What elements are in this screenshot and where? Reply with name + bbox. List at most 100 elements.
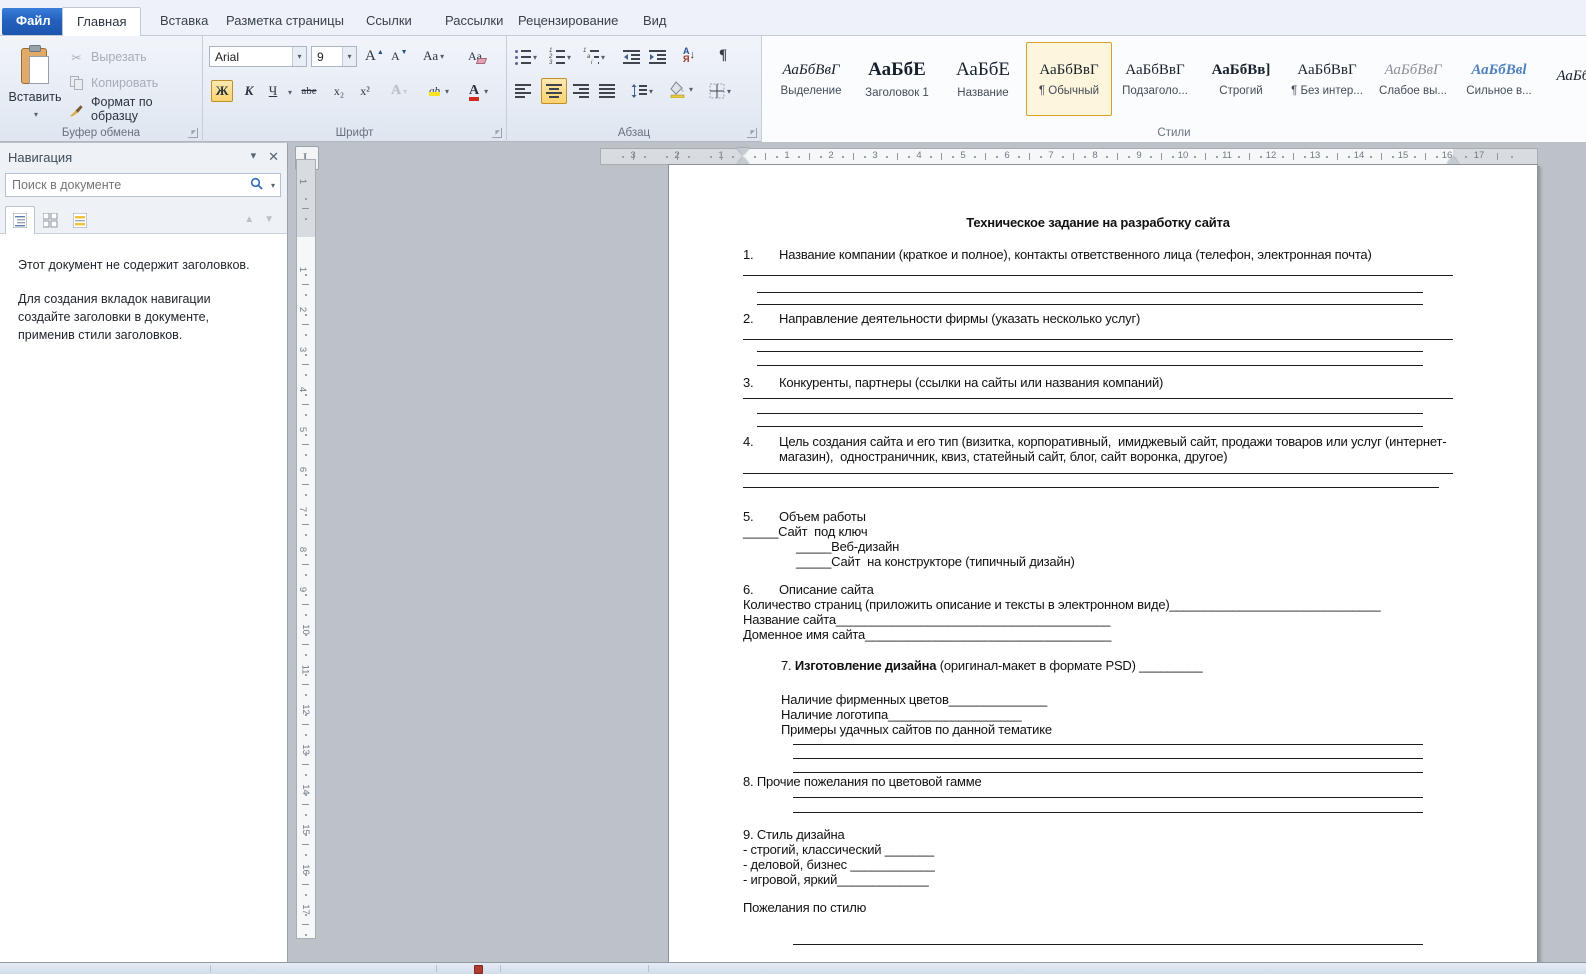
ribbon-tab-рецензирование[interactable]: Рецензирование	[504, 7, 632, 36]
document-fill-line[interactable]	[743, 398, 1453, 399]
ribbon-tab-file[interactable]: Файл	[2, 8, 65, 35]
format-painter-button[interactable]: Формат по образцу	[68, 96, 201, 122]
ribbon-tab-ссылки[interactable]: Ссылки	[352, 7, 426, 36]
document-numbered-item[interactable]: 3.Конкуренты, партнеры (ссылки на сайты …	[743, 375, 1453, 390]
document-paragraph[interactable]: Доменное имя сайта______________________…	[743, 627, 1453, 642]
document-title[interactable]: Техническое задание на разработку сайта	[743, 215, 1453, 230]
decrease-indent-button[interactable]	[623, 46, 640, 68]
text-effects-button[interactable]: A▾	[389, 80, 409, 102]
document-fill-line[interactable]	[793, 797, 1423, 798]
style-item-название[interactable]: АаБбЕНазвание	[940, 42, 1026, 116]
document-numbered-item[interactable]: 4.Цель создания сайта и его тип (визитка…	[743, 434, 1453, 464]
document-fill-line[interactable]	[793, 944, 1423, 945]
font-family-dropdown-icon[interactable]: ▾	[292, 47, 306, 66]
document-fill-line[interactable]	[743, 487, 1439, 488]
document-paragraph[interactable]: 8. Прочие пожелания по цветовой гамме	[743, 774, 1453, 789]
multilevel-list-button[interactable]: 1ai ▾	[583, 46, 605, 68]
document-search-box[interactable]: ▾	[5, 173, 281, 197]
numbering-button[interactable]: 123 ▾	[549, 46, 571, 68]
paste-dropdown-icon[interactable]: ▾	[34, 110, 38, 119]
italic-button[interactable]: К	[239, 80, 259, 102]
style-item-заголовок-1[interactable]: АаБбЕЗаголовок 1	[854, 42, 940, 116]
clipboard-dialog-launcher[interactable]	[188, 128, 198, 138]
document-paragraph[interactable]: Наличие логотипа___________________	[781, 707, 1453, 722]
paragraph-dialog-launcher[interactable]	[747, 128, 757, 138]
ribbon-tab-главная[interactable]: Главная	[62, 7, 141, 36]
align-center-button[interactable]	[541, 78, 567, 104]
justify-button[interactable]	[599, 80, 615, 102]
document-fill-line[interactable]	[793, 812, 1423, 813]
highlight-color-button[interactable]: ab ▾	[425, 80, 451, 102]
first-line-indent-marker[interactable]	[737, 148, 749, 155]
change-case-button[interactable]: Aa▾	[421, 45, 446, 67]
navigation-pane-close-icon[interactable]: ✕	[268, 149, 279, 165]
subscript-button[interactable]: x₂	[329, 80, 349, 102]
document-paragraph[interactable]: - строгий, классический _______	[743, 842, 1453, 857]
ribbon-tab-вид[interactable]: Вид	[629, 7, 681, 36]
document-paragraph[interactable]: - деловой, бизнес ____________	[743, 857, 1453, 872]
document-paragraph[interactable]: 7. Изготовление дизайна (оригинал-макет …	[781, 658, 1453, 673]
document-fill-line[interactable]	[757, 304, 1423, 305]
align-right-button[interactable]	[573, 80, 589, 102]
style-item-без-интер[interactable]: АаБбВвГ¶ Без интер...	[1284, 42, 1370, 116]
underline-dropdown-icon[interactable]: ▾	[288, 88, 292, 97]
document-fill-line[interactable]	[757, 292, 1423, 293]
document-numbered-item[interactable]: 5.Объем работы	[743, 509, 1453, 524]
document-fill-line[interactable]	[743, 275, 1453, 276]
document-fill-line[interactable]	[757, 413, 1423, 414]
style-item-слабое-вы[interactable]: АаБбВвГСлабое вы...	[1370, 42, 1456, 116]
bullets-button[interactable]: ▾	[515, 46, 537, 68]
hanging-indent-marker[interactable]	[737, 157, 749, 164]
font-size-combo[interactable]: 9 ▾	[311, 46, 357, 67]
superscript-button[interactable]: x²	[355, 80, 375, 102]
underline-button[interactable]: Ч	[263, 80, 283, 102]
style-item-подзаголо[interactable]: АаБбВвГПодзаголо...	[1112, 42, 1198, 116]
status-bar[interactable]	[0, 962, 1586, 974]
ribbon-tab-вставка[interactable]: Вставка	[146, 7, 222, 36]
document-fill-line[interactable]	[757, 426, 1423, 427]
document-paragraph[interactable]: _____Сайт на конструкторе (типичный диза…	[796, 554, 1453, 569]
document-fill-line[interactable]	[793, 758, 1423, 759]
shrink-font-button[interactable]: A▼	[389, 45, 410, 67]
document-paragraph[interactable]: 9. Стиль дизайна	[743, 827, 1453, 842]
document-fill-line[interactable]	[757, 351, 1423, 352]
document-paragraph[interactable]: Примеры удачных сайтов по данной тематик…	[781, 722, 1453, 737]
style-item-выделение[interactable]: АаБбВвГВыделение	[768, 42, 854, 116]
style-item-partial[interactable]: АаБбВвГ	[1542, 42, 1586, 116]
proofing-errors-icon[interactable]	[474, 965, 483, 974]
document-paragraph[interactable]: Пожелания по стилю	[743, 900, 1453, 915]
bold-button[interactable]: Ж	[211, 80, 233, 102]
document-paragraph[interactable]: - игровой, яркий_____________	[743, 872, 1453, 887]
font-dialog-launcher[interactable]	[492, 128, 502, 138]
document-paragraph[interactable]: Наличие фирменных цветов______________	[781, 692, 1453, 707]
cut-button[interactable]: ✂ Вырезать	[68, 44, 201, 70]
borders-button[interactable]: ▾	[709, 80, 731, 102]
tab-browse-results[interactable]	[65, 206, 95, 234]
document-fill-line[interactable]	[757, 365, 1423, 366]
paste-button[interactable]: Вставить ▾	[8, 44, 62, 132]
font-color-button[interactable]: A ▾	[465, 80, 489, 102]
navigation-pane-menu-icon[interactable]: ▾	[251, 149, 257, 165]
search-options-dropdown-icon[interactable]: ▾	[271, 181, 275, 190]
document-paragraph[interactable]: _____Сайт под ключ	[743, 524, 1453, 539]
document-fill-line[interactable]	[743, 473, 1453, 474]
style-item-обычный[interactable]: АаБбВвГ¶ Обычный	[1026, 42, 1112, 116]
document-paragraph[interactable]: Название сайта__________________________…	[743, 612, 1453, 627]
search-icon[interactable]	[245, 177, 269, 193]
document-numbered-item[interactable]: 6.Описание сайта	[743, 582, 1453, 597]
grow-font-button[interactable]: A▲	[363, 45, 386, 67]
shading-button[interactable]: ▾	[669, 78, 693, 100]
document-fill-line[interactable]	[743, 339, 1453, 340]
align-left-button[interactable]	[515, 80, 531, 102]
ribbon-tab-разметка страницы[interactable]: Разметка страницы	[212, 7, 358, 36]
font-family-combo[interactable]: Arial ▾	[209, 46, 307, 67]
document-fill-line[interactable]	[793, 744, 1423, 745]
strikethrough-button[interactable]: abe	[299, 80, 319, 102]
document-numbered-item[interactable]: 1.Название компании (краткое и полное), …	[743, 247, 1453, 262]
tab-browse-headings[interactable]	[5, 206, 35, 234]
search-input[interactable]	[6, 178, 245, 192]
style-item-сильное-в[interactable]: АаБбВвlСильное в...	[1456, 42, 1542, 116]
increase-indent-button[interactable]	[649, 46, 666, 68]
show-marks-button[interactable]: ¶	[719, 44, 727, 66]
font-size-dropdown-icon[interactable]: ▾	[342, 47, 356, 66]
